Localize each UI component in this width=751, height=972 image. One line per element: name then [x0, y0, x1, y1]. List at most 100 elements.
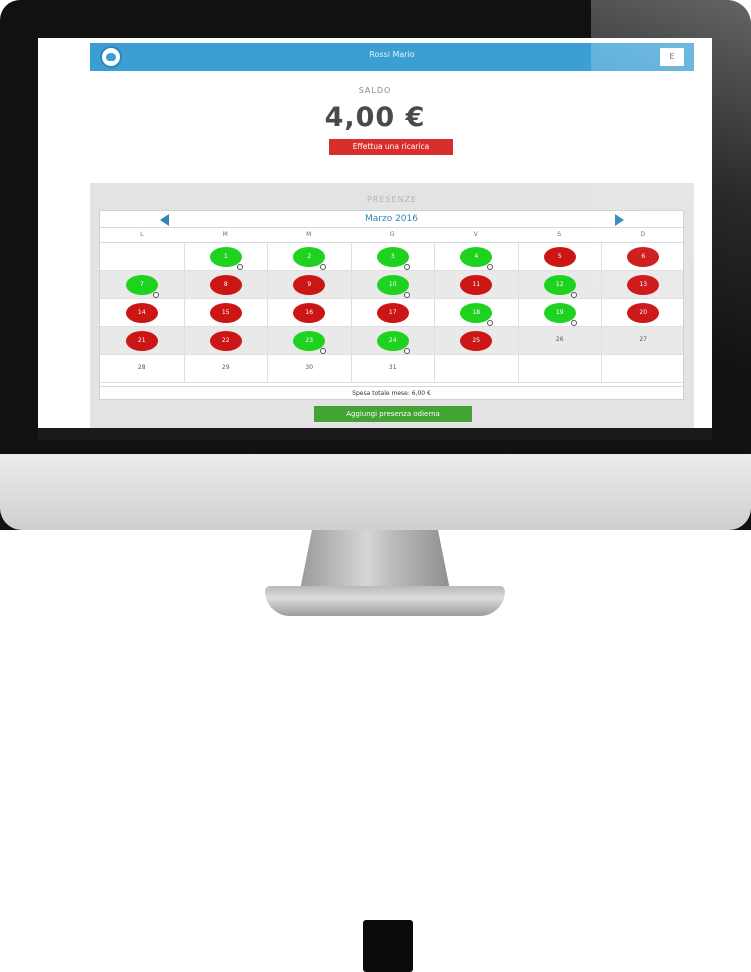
day-number: 18 [472, 309, 481, 316]
add-today-presence-button[interactable]: Aggiungi presenza odierna [314, 406, 472, 422]
calendar-day-cell[interactable]: 21 [100, 327, 184, 354]
day-number: 21 [137, 337, 146, 344]
calendar-day-cell[interactable]: 11 [434, 271, 518, 298]
absent-day-marker[interactable]: 5 [543, 247, 576, 267]
absent-day-marker[interactable]: 17 [376, 303, 409, 323]
calendar-day-cell[interactable]: 2 [267, 243, 351, 270]
day-number: 8 [223, 281, 228, 288]
day-number: 11 [472, 281, 481, 288]
screen-reflection [591, 0, 751, 450]
meal-check-icon [570, 320, 577, 326]
present-day-marker[interactable]: 10 [376, 275, 410, 298]
meal-check-icon [403, 348, 410, 354]
recharge-button[interactable]: Effettua una ricarica [329, 139, 453, 155]
day-number: 16 [305, 309, 314, 316]
day-number: 2 [307, 253, 312, 260]
present-day-marker[interactable]: 1 [209, 247, 243, 270]
meal-check-icon [236, 264, 243, 270]
absent-day-marker[interactable]: 8 [209, 275, 242, 295]
day-number: 12 [555, 281, 564, 288]
calendar-day-cell[interactable]: 15 [183, 299, 268, 326]
meal-check-icon [487, 264, 494, 270]
absent-day-marker[interactable]: 22 [209, 331, 242, 351]
day-number: 23 [305, 337, 314, 344]
monitor-slot [363, 920, 413, 972]
day-number: 22 [221, 337, 230, 344]
weekday-label: V [473, 231, 478, 238]
day-number: 1 [223, 253, 228, 260]
weekday-label: M [222, 231, 228, 238]
present-day-marker[interactable]: 2 [293, 247, 327, 270]
monitor-stand [300, 530, 450, 590]
calendar-day-cell[interactable]: 4 [434, 243, 518, 270]
absent-day-marker[interactable]: 14 [125, 303, 158, 323]
meal-check-icon [570, 292, 577, 298]
absent-day-marker[interactable]: 15 [209, 303, 242, 323]
calendar-day-cell[interactable]: 19 [517, 299, 602, 326]
calendar-day-cell[interactable]: 1 [183, 243, 268, 270]
calendar-day-cell[interactable]: 29 [183, 355, 268, 382]
calendar-day-cell[interactable]: 7 [100, 271, 184, 298]
day-number: 25 [472, 337, 481, 344]
day-number: 7 [139, 281, 144, 288]
calendar-day-cell[interactable]: 30 [267, 355, 351, 382]
day-number: 31 [388, 364, 397, 371]
calendar-day-cell[interactable]: 12 [517, 271, 602, 298]
day-number: 9 [307, 281, 312, 288]
calendar-day-cell [434, 355, 518, 382]
present-day-marker[interactable]: 18 [460, 303, 494, 326]
day-number: 28 [137, 364, 146, 371]
weekday-label: G [389, 231, 395, 238]
absent-day-marker[interactable]: 25 [460, 331, 493, 351]
calendar-day-cell [517, 355, 602, 382]
present-day-marker[interactable]: 3 [376, 247, 410, 270]
weekday-label: M [306, 231, 312, 238]
meal-check-icon [152, 292, 159, 298]
absent-day-marker[interactable]: 16 [293, 303, 326, 323]
calendar-day-cell[interactable]: 9 [267, 271, 351, 298]
absent-day-marker[interactable]: 9 [293, 275, 326, 295]
calendar-day-cell[interactable]: 17 [350, 299, 435, 326]
meal-check-icon [487, 320, 494, 326]
day-number: 19 [555, 309, 564, 316]
absent-day-marker[interactable]: 11 [460, 275, 493, 295]
calendar-day-cell[interactable]: 25 [434, 327, 518, 354]
day-number: 15 [221, 309, 230, 316]
calendar-day-cell[interactable]: 10 [350, 271, 435, 298]
calendar-day-cell[interactable]: 31 [350, 355, 435, 382]
day-number: 3 [390, 253, 395, 260]
calendar-day-cell [100, 243, 184, 270]
day-number: 4 [474, 253, 479, 260]
calendar-day-cell[interactable]: 14 [100, 299, 184, 326]
day-number: 14 [137, 309, 146, 316]
calendar-day-cell[interactable]: 18 [434, 299, 518, 326]
meal-check-icon [320, 348, 327, 354]
calendar-day-cell[interactable]: 28 [100, 355, 184, 382]
absent-day-marker[interactable]: 21 [125, 331, 158, 351]
day-number: 24 [388, 337, 397, 344]
day-number: 10 [388, 281, 397, 288]
present-day-marker[interactable]: 4 [460, 247, 494, 270]
present-day-marker[interactable]: 12 [543, 275, 577, 298]
monitor-frame: Rossi Mario E SALDO 4,00 € Effettua una … [0, 0, 751, 530]
day-number: 29 [221, 364, 230, 371]
calendar-day-cell[interactable]: 3 [350, 243, 435, 270]
present-day-marker[interactable]: 19 [543, 303, 577, 326]
calendar-day-cell[interactable]: 22 [183, 327, 268, 354]
day-number: 5 [557, 253, 562, 260]
calendar-day-cell[interactable]: 23 [267, 327, 351, 354]
weekday-label: S [557, 231, 562, 238]
calendar-day-cell[interactable]: 8 [183, 271, 268, 298]
meal-check-icon [320, 264, 327, 270]
calendar-day-cell[interactable]: 24 [350, 327, 435, 354]
day-number: 17 [388, 309, 397, 316]
meal-check-icon [403, 264, 410, 270]
calendar-day-cell[interactable]: 26 [517, 327, 602, 354]
meal-check-icon [403, 292, 410, 298]
monitor-chin [0, 454, 751, 972]
calendar-day-cell[interactable]: 16 [267, 299, 351, 326]
present-day-marker[interactable]: 23 [293, 331, 327, 354]
calendar-day-cell[interactable]: 5 [517, 243, 602, 270]
present-day-marker[interactable]: 24 [376, 331, 410, 354]
present-day-marker[interactable]: 7 [125, 275, 159, 298]
